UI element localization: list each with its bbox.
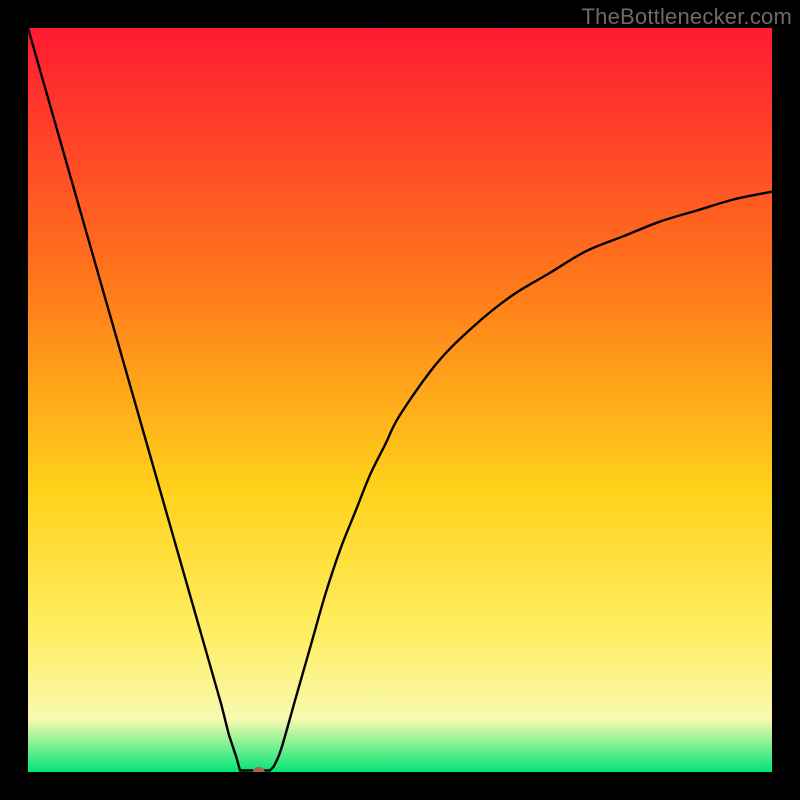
gradient-background	[28, 28, 772, 772]
plot-area	[28, 28, 772, 772]
watermark-text: TheBottlenecker.com	[582, 4, 792, 30]
chart-svg	[28, 28, 772, 772]
chart-frame: TheBottlenecker.com	[0, 0, 800, 800]
